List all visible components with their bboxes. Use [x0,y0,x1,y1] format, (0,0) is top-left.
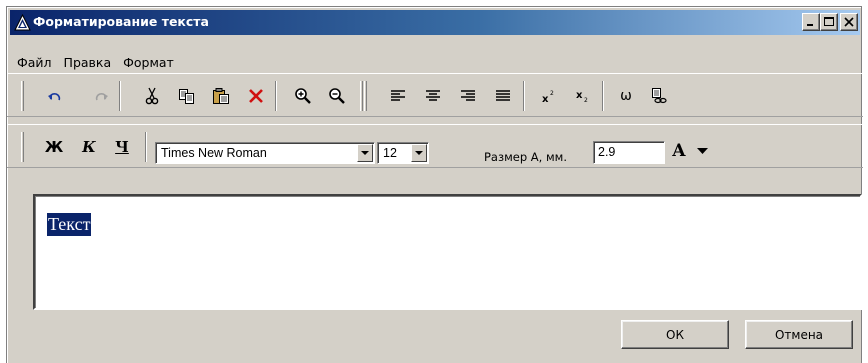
format-text-dialog: Форматирование текста Файл Правка Формат [6,6,863,363]
font-name-value: Times New Roman [161,146,267,160]
delete-button[interactable] [244,85,268,107]
cut-icon [145,87,159,105]
italic-button[interactable]: К [78,136,100,158]
font-size-value: 12 [383,146,397,160]
font-color-icon: А [672,141,686,161]
font-size-select[interactable]: 12 [377,142,429,164]
align-right-button[interactable] [456,85,480,107]
format-toolbar: Ж К Ч Times New Roman 12 [7,124,863,168]
menu-file[interactable]: Файл [15,53,58,73]
align-right-icon [461,90,475,101]
zoom-in-button[interactable] [291,85,315,107]
font-size-dropdown-button[interactable] [411,144,427,162]
toolbar-separator [119,81,121,111]
align-center-icon [426,90,440,101]
align-justify-button[interactable] [491,85,515,107]
main-toolbar: x 2 x 2 ω [7,73,863,117]
chevron-down-icon [361,151,369,155]
zoom-in-icon [295,88,311,104]
subscript-icon: x 2 [576,90,588,103]
underline-button[interactable]: Ч [111,136,133,158]
font-name-dropdown-button[interactable] [357,144,373,162]
bold-button[interactable]: Ж [43,136,65,158]
close-icon [844,17,854,27]
symbol-button[interactable]: ω [614,85,638,107]
undo-button[interactable] [43,85,67,107]
svg-text:2: 2 [550,90,554,97]
superscript-icon: x 2 [542,90,554,103]
undo-icon [48,93,61,101]
ok-button[interactable]: ОК [621,320,729,349]
text-editor[interactable]: Текст [33,194,862,310]
align-left-icon [391,90,405,101]
app-triangle-icon [14,14,31,31]
paste-button[interactable] [209,85,233,107]
chevron-down-icon [415,151,423,155]
align-justify-icon [496,90,510,101]
align-center-button[interactable] [421,85,445,107]
toolbar-separator [275,81,277,111]
toolbar-grip[interactable] [21,81,24,111]
minimize-icon [807,24,813,26]
maximize-button[interactable] [820,13,838,31]
link-icon [652,88,667,104]
menu-bar: Файл Правка Формат [15,53,180,73]
subscript-button[interactable]: x 2 [571,85,595,107]
cancel-button[interactable]: Отмена [745,320,853,349]
align-left-button[interactable] [386,85,410,107]
copy-button[interactable] [174,85,198,107]
font-name-select[interactable]: Times New Roman [155,142,375,164]
symbol-icon: ω [620,88,632,104]
toolbar-separator [602,81,604,111]
letter-size-input[interactable]: 2.9 [593,141,665,164]
title-bar[interactable]: Форматирование текста [10,10,860,35]
toolbar-grip[interactable] [360,81,363,111]
delete-icon [249,89,263,103]
redo-button[interactable] [89,85,113,107]
cut-button[interactable] [140,85,164,107]
zoom-out-button[interactable] [325,85,349,107]
close-button[interactable] [840,13,858,31]
window-title: Форматирование текста [33,14,209,29]
toolbar-separator [145,132,147,162]
letter-size-label: Размер А, мм. [484,150,567,164]
link-button[interactable] [647,85,671,107]
font-color-button[interactable]: А [672,141,686,161]
superscript-button[interactable]: x 2 [537,85,561,107]
svg-text:x: x [576,90,583,101]
menu-format[interactable]: Формат [117,53,180,73]
zoom-out-icon [329,88,345,104]
minimize-button[interactable] [802,13,820,31]
toolbar-grip[interactable] [364,81,367,111]
paste-icon [213,88,229,104]
svg-text:x: x [542,94,549,103]
toolbar-grip[interactable] [21,132,24,162]
menu-edit[interactable]: Правка [58,53,118,73]
maximize-icon [824,17,834,26]
redo-icon [95,93,108,101]
toolbar-separator [523,81,525,111]
selected-text[interactable]: Текст [47,213,92,236]
font-color-dropdown-icon[interactable] [697,148,708,155]
copy-icon [178,88,194,104]
svg-text:2: 2 [584,97,588,103]
